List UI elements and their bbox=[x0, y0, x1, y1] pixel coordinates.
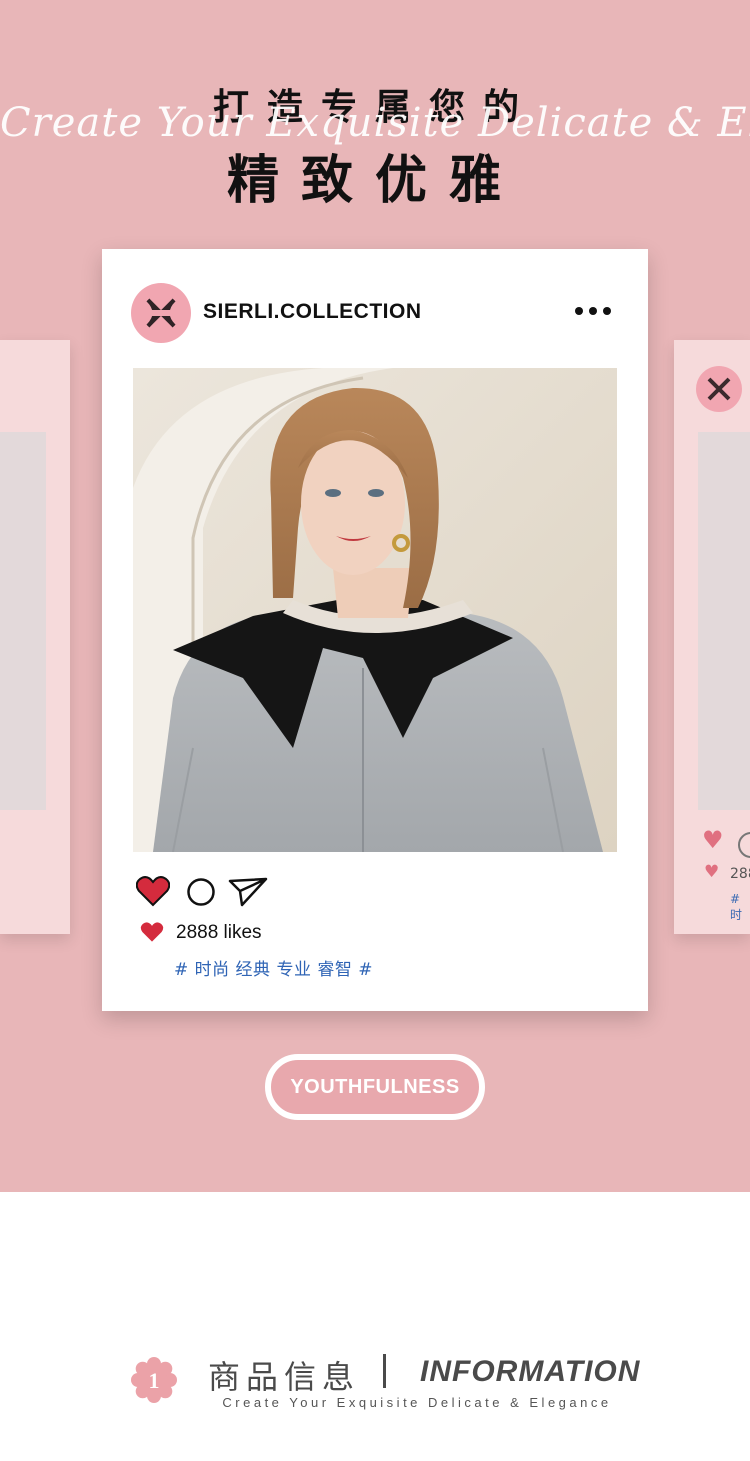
post-tags[interactable]: # 时尚 经典 专业 睿智 # bbox=[174, 955, 373, 980]
account-username[interactable]: SIERLI.COLLECTION bbox=[203, 300, 422, 324]
comment-icon[interactable] bbox=[186, 877, 216, 911]
post-actions bbox=[135, 875, 276, 911]
more-dots-icon[interactable] bbox=[573, 301, 613, 321]
info-subtitle: Create Your Exquisite Delicate & Eleganc… bbox=[222, 1395, 612, 1410]
post-card: SIERLI.COLLECTION 2888 likes # 时尚 经典 专业 … bbox=[102, 249, 648, 1011]
heart-icon[interactable] bbox=[135, 875, 171, 911]
side-tags: # 时 bbox=[730, 892, 743, 922]
side-post-photo bbox=[0, 432, 46, 810]
svg-text:1: 1 bbox=[149, 1368, 160, 1393]
likes-heart-icon: ♥ bbox=[704, 862, 720, 882]
side-post-card-left[interactable] bbox=[0, 340, 70, 934]
info-title-cn: 商品信息 bbox=[208, 1358, 361, 1396]
hero-title-line2: 精致优雅 bbox=[226, 151, 523, 211]
youthfulness-button[interactable]: YOUTHFULNESS bbox=[265, 1054, 485, 1120]
heart-icon[interactable]: ♥ bbox=[702, 828, 724, 852]
brand-logo-icon[interactable] bbox=[131, 283, 191, 343]
post-photo[interactable] bbox=[133, 368, 617, 852]
hero-section: 打造专属您的 Create Your Exquisite Delicate & … bbox=[0, 0, 750, 1192]
share-icon[interactable] bbox=[228, 877, 268, 911]
divider bbox=[383, 1354, 386, 1388]
likes-count[interactable]: 2888 likes bbox=[176, 922, 262, 944]
side-post-card-right[interactable]: ♥ ♥ 288 # 时 bbox=[674, 340, 750, 934]
side-post-photo bbox=[698, 432, 750, 810]
brand-logo-icon bbox=[696, 366, 742, 412]
side-likes-count: 288 bbox=[730, 866, 750, 882]
comment-icon[interactable] bbox=[738, 832, 750, 858]
info-title-en: INFORMATION bbox=[420, 1355, 641, 1388]
likes-heart-icon bbox=[140, 921, 164, 947]
